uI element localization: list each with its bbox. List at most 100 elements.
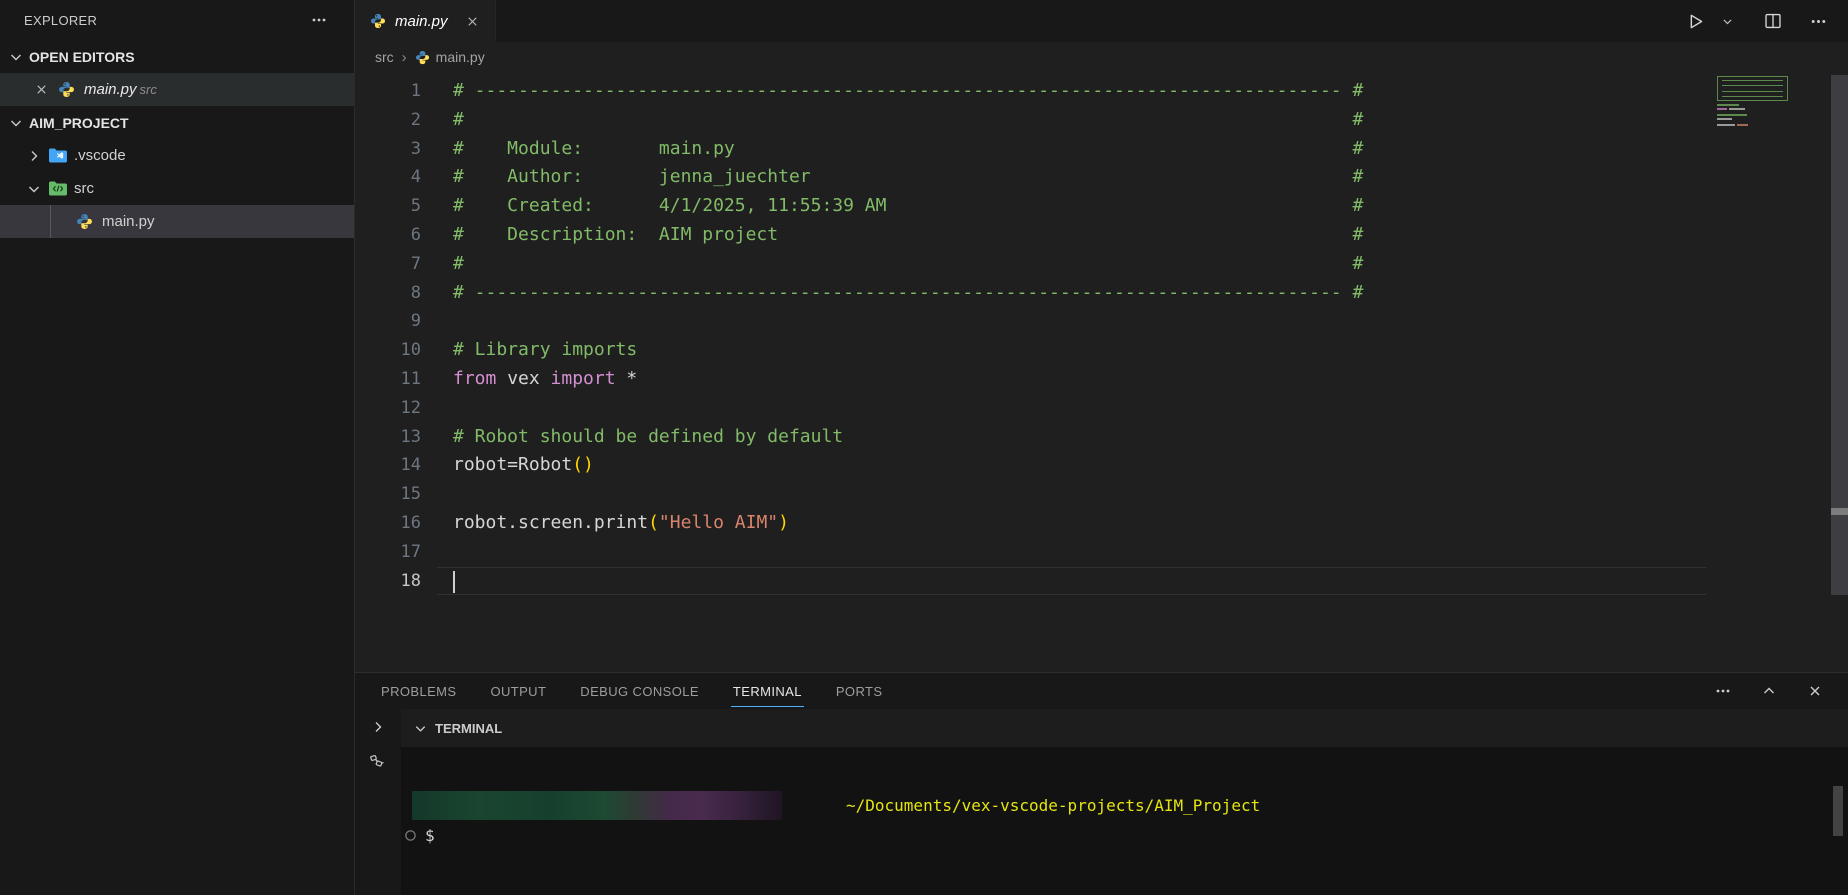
line-number: 13: [355, 423, 421, 452]
tab-label: main.py: [395, 13, 448, 30]
panel-actions: [1712, 680, 1848, 702]
code-line-1[interactable]: 1# -------------------------------------…: [355, 77, 1848, 106]
panel-tab-problems[interactable]: PROBLEMS: [379, 675, 458, 707]
code-line-15[interactable]: 15: [355, 480, 1848, 509]
line-number: 12: [355, 394, 421, 423]
tab-bar: main.py: [355, 0, 1848, 42]
line-number: 17: [355, 538, 421, 567]
terminal-scrollbar-thumb[interactable]: [1833, 786, 1843, 836]
minimap-header-block: [1717, 76, 1788, 101]
code-line-8[interactable]: 8# -------------------------------------…: [355, 279, 1848, 308]
code-text: # Library imports: [453, 336, 637, 365]
terminal-input-line[interactable]: $: [401, 826, 1848, 845]
terminal-content[interactable]: ~/Documents/vex-vscode-projects/AIM_Proj…: [401, 747, 1848, 895]
code-text: # --------------------------------------…: [453, 279, 1363, 308]
redacted-prompt-segment: [412, 791, 782, 820]
code-line-9[interactable]: 9: [355, 307, 1848, 336]
panel-tab-debug-console[interactable]: DEBUG CONSOLE: [578, 675, 701, 707]
code-line-6[interactable]: 6 # Description: AIM project #: [355, 221, 1848, 250]
current-line-highlight: [437, 567, 1706, 596]
code-text: # Description: AIM project #: [453, 221, 1363, 250]
open-editor-dir: src: [140, 82, 157, 97]
tree-item-vscode[interactable]: .vscode: [0, 139, 354, 172]
terminal-main: TERMINAL ~/Documents/vex-vscode-projects…: [401, 709, 1848, 895]
breadcrumb-dir[interactable]: src: [375, 49, 394, 65]
code-line-10[interactable]: 10 # Library imports: [355, 336, 1848, 365]
line-number: 5: [355, 192, 421, 221]
code-editor[interactable]: 1 # -------------------------------------…: [355, 72, 1848, 677]
terminal-panel: TERMINAL ~/Documents/vex-vscode-projects…: [355, 709, 1848, 895]
line-number: 15: [355, 480, 421, 509]
close-icon[interactable]: [34, 82, 49, 97]
code-line-16[interactable]: 16 robot.screen.print("Hello AIM"): [355, 509, 1848, 538]
code-line-3[interactable]: 3# Module: main.py #: [355, 135, 1848, 164]
editor-actions: [1683, 0, 1848, 42]
minimap[interactable]: [1714, 72, 1790, 126]
explorer-sidebar: EXPLORER OPEN EDITORS main.pysrc: [0, 0, 355, 895]
command-decoration-icon[interactable]: [404, 829, 417, 842]
code-text: # Robot should be defined by default: [453, 423, 843, 452]
line-number: 6: [355, 221, 421, 250]
tree-item-mainpy[interactable]: main.py: [0, 205, 354, 238]
breadcrumb-file[interactable]: main.py: [415, 49, 485, 65]
project-section[interactable]: AIM_PROJECT: [0, 106, 354, 139]
close-icon[interactable]: [465, 14, 480, 29]
code-text: # #: [453, 106, 1363, 135]
run-icon[interactable]: [1683, 9, 1708, 34]
line-number: 16: [355, 509, 421, 538]
open-editors-section[interactable]: OPEN EDITORS: [0, 40, 354, 73]
panel-more-icon[interactable]: [1712, 680, 1734, 702]
chevron-down-icon: [413, 721, 428, 736]
code-line-18[interactable]: 18: [355, 567, 1848, 596]
code-line-7[interactable]: 7# #: [355, 250, 1848, 279]
code-text: # Author: jenna_juechter #: [453, 163, 1363, 192]
code-line-17[interactable]: 17: [355, 538, 1848, 567]
tree-item-src[interactable]: src: [0, 172, 354, 205]
panel-tab-ports[interactable]: PORTS: [834, 675, 885, 707]
editor-scrollbar[interactable]: [1831, 75, 1848, 595]
code-text: robot=Robot(): [453, 451, 594, 480]
line-number: 10: [355, 336, 421, 365]
split-editor-icon[interactable]: [1761, 9, 1785, 33]
open-editor-filename: main.py: [84, 81, 137, 98]
terminal-prompt-symbol: $: [425, 826, 435, 845]
terminal-section-header[interactable]: TERMINAL: [401, 709, 1848, 747]
text-cursor: [453, 571, 455, 593]
bottom-panel: PROBLEMS OUTPUT DEBUG CONSOLE TERMINAL PORTS: [355, 672, 1848, 895]
chevron-right-icon[interactable]: [370, 719, 386, 735]
terminal-section-label: TERMINAL: [435, 721, 502, 736]
panel-maximize-icon[interactable]: [1758, 680, 1780, 702]
breadcrumb: src › main.py: [355, 42, 1848, 72]
code-line-4[interactable]: 4# Author: jenna_juechter #: [355, 163, 1848, 192]
code-line-13[interactable]: 13 # Robot should be defined by default: [355, 423, 1848, 452]
chevron-down-icon: [8, 49, 24, 65]
code-line-12[interactable]: 12: [355, 394, 1848, 423]
panel-tab-terminal[interactable]: TERMINAL: [731, 675, 804, 707]
line-number: 1: [355, 77, 421, 106]
python-icon: [58, 81, 75, 98]
terminal-prompt-line: ~/Documents/vex-vscode-projects/AIM_Proj…: [401, 790, 1848, 820]
code-text: # #: [453, 250, 1363, 279]
panel-tab-output[interactable]: OUTPUT: [488, 675, 548, 707]
scrollbar-marker: [1831, 508, 1848, 515]
code-line-11[interactable]: 11from vex import *: [355, 365, 1848, 394]
panel-close-icon[interactable]: [1804, 680, 1826, 702]
code-line-5[interactable]: 5# Created: 4/1/2025, 11:55:39 AM #: [355, 192, 1848, 221]
sidebar-title-row: EXPLORER: [0, 0, 354, 40]
editor-group: main.py src: [355, 0, 1848, 895]
line-number: 2: [355, 106, 421, 135]
code-text: robot.screen.print("Hello AIM"): [453, 509, 789, 538]
chevron-down-icon: [8, 115, 24, 131]
python-icon: [415, 50, 430, 65]
ellipsis-icon[interactable]: [308, 9, 330, 31]
panel-tab-bar: PROBLEMS OUTPUT DEBUG CONSOLE TERMINAL PORTS: [355, 673, 1848, 709]
chevron-down-icon: [26, 181, 42, 197]
code-line-2[interactable]: 2 # #: [355, 106, 1848, 135]
tab-mainpy[interactable]: main.py: [355, 0, 496, 42]
keys-icon[interactable]: [369, 752, 387, 770]
more-actions-icon[interactable]: [1807, 10, 1830, 33]
indent-guide: [50, 205, 51, 238]
open-editor-item-mainpy[interactable]: main.pysrc: [0, 73, 354, 106]
run-dropdown-icon[interactable]: [1718, 12, 1737, 31]
code-line-14[interactable]: 14robot=Robot(): [355, 451, 1848, 480]
